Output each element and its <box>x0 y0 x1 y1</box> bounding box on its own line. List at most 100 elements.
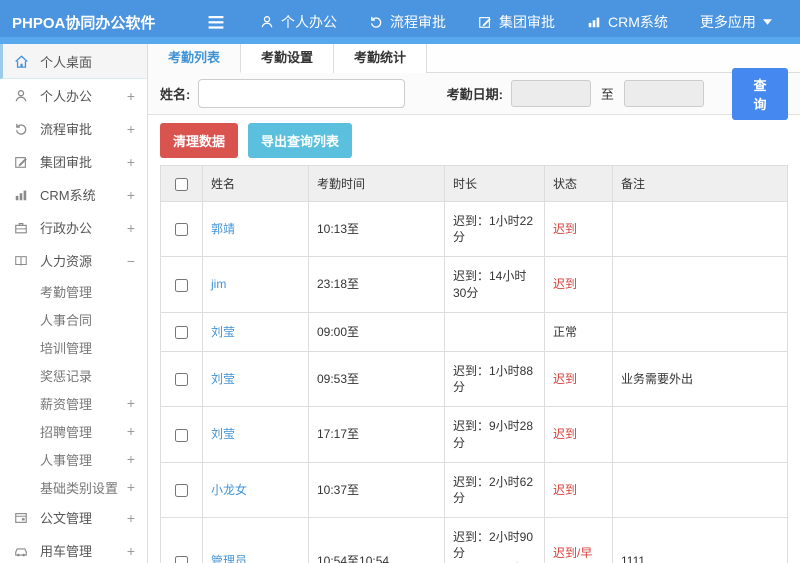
expand-toggle[interactable]: + <box>127 121 135 137</box>
checkbox-cell <box>160 350 203 408</box>
note-cell <box>612 200 788 258</box>
sidebar-item[interactable]: 行政办公 + <box>0 211 147 244</box>
export-list-button[interactable]: 导出查询列表 <box>248 123 353 158</box>
sidebar-item[interactable]: 人事合同 <box>0 305 147 333</box>
expand-toggle[interactable]: + <box>127 395 135 411</box>
date-to-input[interactable] <box>623 80 704 107</box>
date-from-input[interactable] <box>510 80 591 107</box>
expand-toggle[interactable]: + <box>127 510 135 526</box>
sidebar-item[interactable]: 基础类别设置 + <box>0 473 147 501</box>
expand-toggle[interactable]: + <box>127 88 135 104</box>
duration-cell: 迟到：14小时30分 <box>444 256 545 313</box>
book-icon <box>14 254 31 268</box>
expand-toggle[interactable]: + <box>127 220 135 236</box>
sidebar-item[interactable]: 个人桌面 <box>0 44 147 79</box>
sidebar-item-label: 人事管理 <box>40 452 93 468</box>
sidebar-item-label: 考勤管理 <box>40 284 93 300</box>
row-checkbox[interactable] <box>175 484 188 498</box>
sidebar-item[interactable]: 奖惩记录 <box>0 361 147 389</box>
date-label: 考勤日期: <box>446 87 503 102</box>
nav-item-label: CRM系统 <box>608 14 668 30</box>
nav-item[interactable]: 流程审批 <box>369 12 446 32</box>
status-cell: 迟到 <box>544 200 613 258</box>
note-cell: 1111 <box>612 517 788 563</box>
checkbox-cell <box>160 461 203 519</box>
sidebar-item[interactable]: 考勤管理 <box>0 277 147 305</box>
row-checkbox[interactable] <box>175 373 188 387</box>
checkbox-cell <box>160 311 203 352</box>
tab[interactable]: 考勤列表 <box>148 44 242 73</box>
checkbox-cell <box>160 256 203 313</box>
query-button[interactable]: 查 询 <box>731 67 788 120</box>
sidebar-item-label: 集团审批 <box>40 155 93 170</box>
hamburger-icon[interactable] <box>208 15 224 29</box>
sidebar-item[interactable]: 用车管理 + <box>0 534 147 563</box>
expand-toggle[interactable]: + <box>127 423 135 439</box>
sidebar-item-label: 基础类别设置 <box>40 480 119 496</box>
attendance-table: 姓名考勤时间时长状态备注 郭靖 10:13至 迟到：1小时22分 迟到 <box>160 165 788 563</box>
name-cell[interactable]: 刘莹 <box>202 350 309 408</box>
sidebar-item[interactable]: 人力资源 − <box>0 244 147 277</box>
expand-toggle[interactable]: − <box>127 253 135 269</box>
row-checkbox[interactable] <box>175 428 188 442</box>
select-all-checkbox[interactable] <box>175 177 188 191</box>
note-cell <box>612 311 788 352</box>
table-header: 姓名 考勤时间 时长 状态 备注 <box>160 165 788 202</box>
row-checkbox[interactable] <box>175 278 188 292</box>
row-checkbox[interactable] <box>175 223 188 237</box>
sidebar-item[interactable]: CRM系统 + <box>0 178 147 211</box>
duration-cell: 迟到：1小时88分 <box>444 350 545 408</box>
tab[interactable]: 考勤统计 <box>334 44 428 73</box>
table-row: 刘莹 09:00至 正常 <box>160 311 788 352</box>
duration-cell <box>444 311 545 352</box>
checkbox-cell <box>160 517 203 563</box>
name-cell[interactable]: 刘莹 <box>202 406 309 463</box>
sidebar-item[interactable]: 流程审批 + <box>0 112 147 145</box>
nav-item[interactable]: CRM系统 <box>587 12 668 32</box>
nav-item[interactable]: 集团审批 <box>478 12 555 32</box>
name-cell[interactable]: jim <box>202 256 309 313</box>
sidebar-item[interactable]: 培训管理 <box>0 333 147 361</box>
sidebar-item-label: 个人办公 <box>40 89 93 104</box>
expand-toggle[interactable]: + <box>127 154 135 170</box>
expand-toggle[interactable]: + <box>127 451 135 467</box>
sidebar-item[interactable]: 人事管理 + <box>0 445 147 473</box>
time-cell: 17:17至 <box>308 406 445 463</box>
toolbar: 清理数据 导出查询列表 <box>148 115 800 165</box>
process-icon <box>369 15 383 29</box>
nav-item-label: 更多应用 <box>699 14 756 30</box>
sidebar-item-label: 人事合同 <box>40 312 93 328</box>
nav-item[interactable]: 更多应用 <box>700 12 772 32</box>
expand-toggle[interactable]: + <box>127 479 135 495</box>
nav-item[interactable]: 个人办公 <box>260 12 337 32</box>
expand-toggle[interactable]: + <box>127 543 135 559</box>
tab[interactable]: 考勤设置 <box>241 44 335 73</box>
table-row: 刘莹 09:53至 迟到：1小时88分 迟到 业务需要外出 <box>160 350 788 408</box>
sidebar-item[interactable]: 集团审批 + <box>0 145 147 178</box>
expand-toggle[interactable]: + <box>127 187 135 203</box>
name-cell[interactable]: 刘莹 <box>202 311 309 352</box>
row-checkbox[interactable] <box>175 555 188 563</box>
time-cell: 10:37至 <box>308 461 445 519</box>
sidebar-item[interactable]: 个人办公 + <box>0 79 147 112</box>
sidebar-item[interactable]: 招聘管理 + <box>0 417 147 445</box>
name-cell[interactable]: 郭靖 <box>202 200 309 258</box>
topbar: PHPOA协同办公软件 个人办公 流程审批 集团审批 CRM系统 更多应用 <box>0 0 800 44</box>
content-area: 考勤列表 考勤设置 考勤统计 姓名: 考勤日期: 至 查 询 清理数据 导出查询… <box>148 44 800 563</box>
sidebar-item-label: 流程审批 <box>40 122 93 137</box>
row-checkbox[interactable] <box>175 326 188 340</box>
name-cell[interactable]: 小龙女 <box>202 461 309 519</box>
person-icon <box>14 89 31 103</box>
sidebar-item-label: 薪资管理 <box>40 396 93 412</box>
time-cell: 23:18至 <box>308 256 445 313</box>
nav-item-label: 集团审批 <box>499 14 555 30</box>
note-cell <box>612 256 788 313</box>
clean-data-button[interactable]: 清理数据 <box>160 123 239 158</box>
name-input[interactable] <box>198 79 405 108</box>
to-label: 至 <box>600 87 614 102</box>
name-cell[interactable]: 管理员 <box>202 517 309 563</box>
sidebar-item[interactable]: 公文管理 + <box>0 501 147 534</box>
process-icon <box>14 122 31 136</box>
sidebar-item[interactable]: 薪资管理 + <box>0 389 147 417</box>
column-header: 姓名 <box>202 165 309 202</box>
